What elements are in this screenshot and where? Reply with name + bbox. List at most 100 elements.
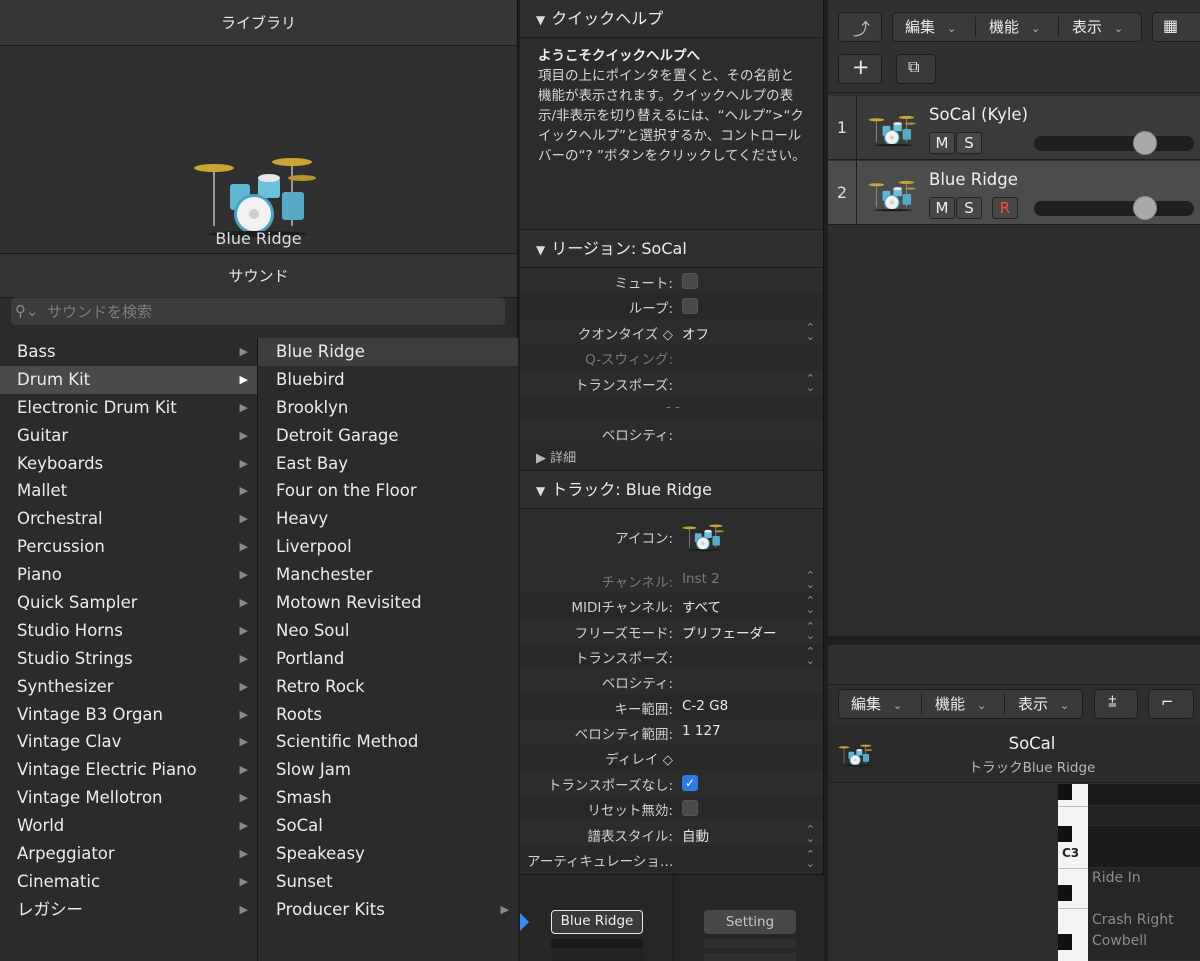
search-field[interactable]: ⚲⌄ — [10, 297, 506, 326]
grid-view-button[interactable]: ▦ — [1152, 12, 1200, 42]
category-item[interactable]: Drum Kit ▶ — [0, 365, 257, 394]
mute-button[interactable]: M — [929, 132, 955, 154]
stepper-icon[interactable]: ⌃ ⌄ — [806, 570, 815, 590]
category-item[interactable]: Guitar ▶ — [0, 422, 257, 450]
stepper-icon[interactable]: ⌃ ⌄ — [806, 322, 815, 342]
lane[interactable] — [1088, 806, 1200, 826]
solo-button[interactable]: S — [956, 132, 982, 154]
kit-item[interactable]: Liverpool — [258, 533, 518, 561]
track-name[interactable]: SoCal (Kyle) — [929, 105, 1028, 124]
track-row[interactable]: 1 SoCal (Kyle) M S — [828, 96, 1200, 160]
category-item[interactable]: Vintage Clav ▶ — [0, 728, 257, 756]
kit-item[interactable]: Manchester — [258, 561, 518, 589]
category-item[interactable]: Studio Horns ▶ — [0, 617, 257, 645]
black-key[interactable] — [1058, 826, 1072, 842]
function-menu[interactable]: 機能 ⌄ — [923, 690, 986, 718]
category-item[interactable]: Mallet ▶ — [0, 477, 257, 505]
category-item[interactable]: Vintage Mellotron ▶ — [0, 784, 257, 812]
category-item[interactable]: Bass ▶ — [0, 338, 257, 366]
track-row[interactable]: 2 Blue Ridge M S R — [828, 161, 1200, 225]
region-header[interactable]: ▼ リージョン: SoCal — [520, 230, 823, 268]
kit-item[interactable]: Speakeasy — [258, 840, 518, 868]
category-item[interactable]: レガシー ▶ — [0, 896, 257, 924]
mute-button[interactable]: M — [929, 197, 955, 219]
search-input[interactable] — [47, 301, 487, 323]
delay-label[interactable]: ディレイ ◇ — [605, 748, 673, 768]
mute-checkbox[interactable] — [682, 273, 698, 289]
search-icon[interactable]: ⚲⌄ — [15, 302, 43, 322]
function-menu[interactable]: 機能 ⌄ — [977, 13, 1040, 41]
category-item[interactable]: Keyboards ▶ — [0, 450, 257, 478]
track-header[interactable]: ▼ トラック: Blue Ridge — [520, 470, 823, 509]
keyrange-value[interactable]: C-2 G8 — [682, 698, 728, 714]
track-name[interactable]: Blue Ridge — [929, 170, 1018, 189]
category-item[interactable]: Vintage B3 Organ ▶ — [0, 701, 257, 729]
kit-item[interactable]: Roots — [258, 701, 518, 729]
volume-slider[interactable] — [1034, 196, 1194, 220]
kit-item[interactable]: Producer Kits ▶ — [258, 896, 518, 924]
stepper-icon[interactable]: ⌃ ⌄ — [806, 646, 815, 666]
category-item[interactable]: Orchestral ▶ — [0, 505, 257, 533]
velrange-value[interactable]: 1 127 — [682, 723, 721, 739]
kit-item[interactable]: SoCal — [258, 812, 518, 840]
kit-item[interactable]: Neo Soul — [258, 617, 518, 645]
kit-item[interactable]: Motown Revisited — [258, 589, 518, 617]
kit-item[interactable]: Sunset — [258, 868, 518, 896]
reset-checkbox[interactable] — [682, 800, 698, 817]
kit-item[interactable]: Heavy — [258, 505, 518, 533]
kit-item[interactable]: Bluebird — [258, 366, 518, 394]
black-key[interactable] — [1058, 934, 1072, 950]
channel-value[interactable]: Inst 2 — [682, 571, 720, 587]
disclosure-triangle-icon[interactable]: ▼ — [536, 243, 545, 257]
volume-slider[interactable] — [1034, 131, 1194, 155]
automation-button[interactable]: ⌐ — [1148, 689, 1194, 719]
kit-item[interactable]: Brooklyn — [258, 394, 518, 422]
stepper-icon[interactable]: ⌃ ⌄ — [806, 621, 815, 641]
kit-item[interactable]: Smash — [258, 784, 518, 812]
quantize-value[interactable]: オフ — [682, 323, 709, 343]
stepper-icon[interactable]: ⌃ ⌄ — [806, 849, 815, 869]
solo-button[interactable]: S — [956, 197, 982, 219]
lane[interactable] — [1088, 826, 1200, 868]
edit-menu[interactable]: 編集 ⌄ — [893, 13, 956, 41]
stepper-icon[interactable]: ⌃ ⌄ — [806, 595, 815, 615]
view-menu[interactable]: 表示 ⌄ — [1060, 13, 1123, 41]
lane[interactable]: Crash Right Cowbell — [1088, 908, 1200, 961]
kit-item[interactable]: Blue Ridge — [258, 338, 518, 366]
stepper-icon[interactable]: ⌃ ⌄ — [806, 373, 815, 393]
category-item[interactable]: Synthesizer ▶ — [0, 673, 257, 701]
disclosure-triangle-icon[interactable]: ▶ — [536, 451, 550, 466]
piano-keyboard[interactable]: C3 — [1058, 784, 1088, 961]
black-key[interactable] — [1058, 784, 1072, 800]
kit-item[interactable]: East Bay — [258, 450, 518, 478]
kit-item[interactable]: Four on the Floor — [258, 477, 518, 505]
setting-button[interactable]: Setting — [704, 910, 796, 934]
collapse-button[interactable]: ⩲ — [1094, 689, 1138, 719]
kit-item[interactable]: Detroit Garage — [258, 422, 518, 450]
lane[interactable] — [1088, 784, 1200, 806]
kit-item[interactable]: Retro Rock — [258, 673, 518, 701]
record-button[interactable]: R — [992, 197, 1018, 219]
freeze-value[interactable]: プリフェーダー — [682, 622, 777, 642]
category-item[interactable]: Quick Sampler ▶ — [0, 589, 257, 617]
score-value[interactable]: 自動 — [682, 825, 709, 845]
detail-disclosure[interactable]: ▶ 詳細 — [520, 445, 823, 471]
volume-knob[interactable] — [1133, 131, 1157, 155]
disclosure-triangle-icon[interactable]: ▼ — [536, 484, 545, 498]
category-item[interactable]: Arpeggiator ▶ — [0, 840, 257, 868]
kit-item[interactable]: Slow Jam — [258, 756, 518, 784]
notranspose-checkbox[interactable]: ✓ — [682, 774, 698, 791]
volume-knob[interactable] — [1133, 196, 1157, 220]
duplicate-track-button[interactable]: ⧉ — [896, 54, 936, 84]
view-menu[interactable]: 表示 ⌄ — [1006, 690, 1069, 718]
category-item[interactable]: Cinematic ▶ — [0, 868, 257, 896]
category-item[interactable]: Percussion ▶ — [0, 533, 257, 561]
quantize-label[interactable]: クオンタイズ ◇ — [578, 323, 673, 343]
category-item[interactable]: Piano ▶ — [0, 561, 257, 589]
stepper-icon[interactable]: ⌃ ⌄ — [806, 824, 815, 844]
category-item[interactable]: World ▶ — [0, 812, 257, 840]
black-key[interactable] — [1058, 885, 1072, 901]
back-button[interactable]: ⤴ — [838, 12, 882, 42]
loop-checkbox[interactable] — [682, 298, 698, 315]
category-item[interactable]: Vintage Electric Piano ▶ — [0, 756, 257, 784]
